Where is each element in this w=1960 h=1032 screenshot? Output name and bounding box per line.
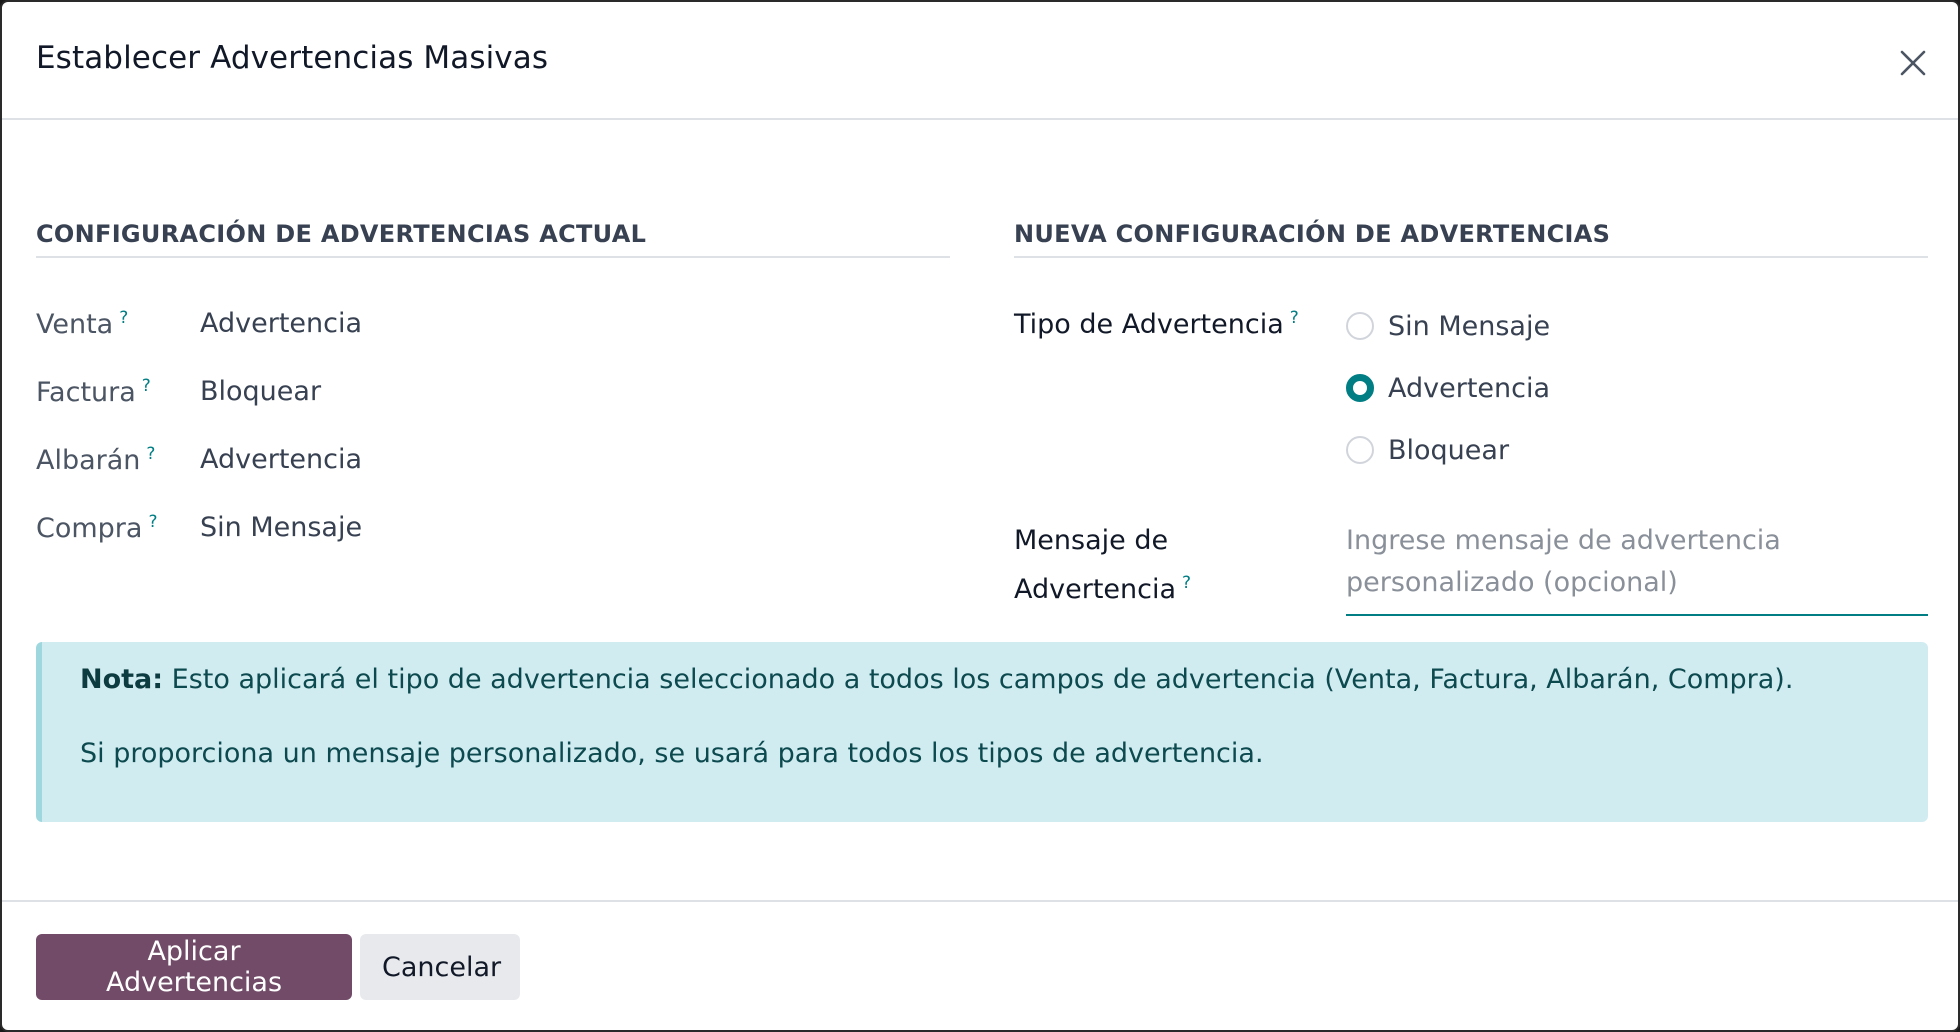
radio-unchecked-icon[interactable] (1346, 436, 1374, 464)
radio-label: Sin Mensaje (1388, 310, 1551, 342)
warning-message-input[interactable] (1346, 514, 1928, 616)
label-text: Factura (36, 377, 136, 408)
dialog-footer: Aplicar Advertencias Cancelar (2, 900, 1958, 1030)
help-icon[interactable]: ? (148, 512, 157, 532)
current-row-value-albaran: Advertencia (200, 444, 363, 475)
dialog-title: Establecer Advertencias Masivas (36, 40, 549, 76)
info-note: Nota: Esto aplicará el tipo de advertenc… (36, 642, 1928, 822)
warning-message-label: Mensaje de Advertencia? (1014, 520, 1191, 611)
help-icon[interactable]: ? (142, 376, 151, 396)
note-text: Esto aplicará el tipo de advertencia sel… (163, 664, 1794, 695)
cancel-button[interactable]: Cancelar (360, 934, 520, 1000)
label-text: Compra (36, 513, 143, 544)
radio-label: Advertencia (1388, 372, 1551, 404)
label-line-2: Advertencia? (1014, 562, 1191, 611)
label-line-1: Mensaje de (1014, 525, 1169, 556)
dialog-header: Establecer Advertencias Masivas (2, 2, 1958, 120)
current-row-label-compra: Compra? (36, 512, 158, 544)
current-row-value-factura: Bloquear (200, 376, 322, 407)
mass-warning-dialog: Establecer Advertencias Masivas CONFIGUR… (0, 0, 1960, 1032)
close-button[interactable] (1890, 40, 1936, 86)
help-icon[interactable]: ? (146, 444, 155, 464)
radio-checked-icon[interactable] (1346, 374, 1374, 402)
close-icon (1900, 50, 1926, 76)
current-row-value-venta: Advertencia (200, 308, 363, 339)
label-text: Venta (36, 309, 114, 340)
help-icon[interactable]: ? (119, 308, 128, 328)
label-text: Tipo de Advertencia (1014, 309, 1284, 340)
radio-option-bloquear[interactable]: Bloquear (1346, 433, 1509, 467)
help-icon[interactable]: ? (1182, 573, 1191, 593)
new-config-heading: NUEVA CONFIGURACIÓN DE ADVERTENCIAS (1014, 220, 1928, 258)
note-line-2: Si proporciona un mensaje personalizado,… (80, 738, 1264, 769)
current-config-heading: CONFIGURACIÓN DE ADVERTENCIAS ACTUAL (36, 220, 950, 258)
current-row-label-albaran: Albarán? (36, 444, 155, 476)
radio-label: Bloquear (1388, 434, 1510, 466)
label-text: Advertencia (1014, 574, 1177, 605)
current-row-value-compra: Sin Mensaje (200, 512, 363, 543)
label-text: Albarán (36, 445, 141, 476)
note-line-1: Nota: Esto aplicará el tipo de advertenc… (80, 664, 1793, 695)
note-strong: Nota: (80, 664, 164, 695)
radio-unchecked-icon[interactable] (1346, 312, 1374, 340)
help-icon[interactable]: ? (1290, 308, 1299, 328)
radio-option-advertencia[interactable]: Advertencia (1346, 371, 1550, 405)
radio-option-sin-mensaje[interactable]: Sin Mensaje (1346, 309, 1550, 343)
current-row-label-factura: Factura? (36, 376, 151, 408)
warning-type-label: Tipo de Advertencia? (1014, 308, 1299, 340)
current-row-label-venta: Venta? (36, 308, 128, 340)
apply-warnings-button[interactable]: Aplicar Advertencias (36, 934, 352, 1000)
